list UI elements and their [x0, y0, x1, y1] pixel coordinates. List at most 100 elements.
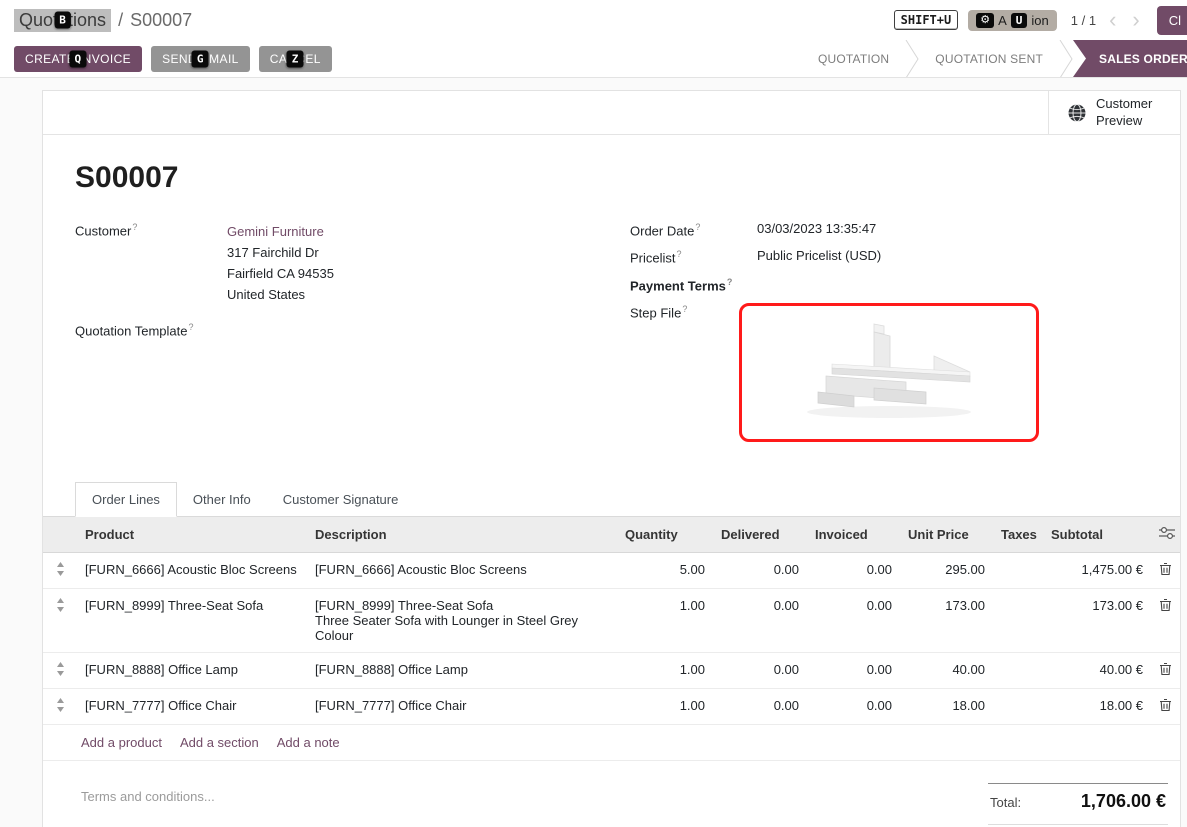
- delete-line-button[interactable]: [1151, 588, 1180, 652]
- customer-link[interactable]: Gemini Furniture: [227, 224, 324, 239]
- send-email-button[interactable]: SEND EMAIL G: [151, 46, 250, 72]
- tab-other-info[interactable]: Other Info: [177, 483, 267, 516]
- create-invoice-button[interactable]: CREATE INVOICE Q: [14, 46, 142, 72]
- statusbar-step-sales-order[interactable]: SALES ORDER: [1073, 40, 1187, 77]
- customer-field-row: Customer? Gemini Furniture 317 Fairchild…: [75, 221, 630, 305]
- cell-quantity[interactable]: 5.00: [617, 552, 713, 588]
- page-title: S00007: [75, 161, 1148, 195]
- cell-product[interactable]: [FURN_8888] Office Lamp: [77, 652, 307, 688]
- order-date-value[interactable]: 03/03/2023 13:35:47: [757, 221, 876, 238]
- step-file-image[interactable]: [739, 303, 1039, 442]
- column-header-description: Description: [307, 517, 617, 553]
- help-marker: ?: [189, 322, 194, 332]
- pricelist-value[interactable]: Public Pricelist (USD): [757, 248, 881, 265]
- cell-delivered[interactable]: 0.00: [713, 652, 807, 688]
- cell-taxes[interactable]: [993, 652, 1043, 688]
- help-marker: ?: [677, 249, 682, 259]
- cell-taxes[interactable]: [993, 552, 1043, 588]
- breadcrumb-quotations[interactable]: Quotations B: [14, 9, 111, 32]
- help-marker: ?: [727, 277, 733, 287]
- cell-subtotal: 40.00 €: [1043, 652, 1151, 688]
- statusbar-step-quotation-sent[interactable]: QUOTATION SENT: [919, 40, 1059, 77]
- tab-order-lines[interactable]: Order Lines: [75, 482, 177, 517]
- drag-handle[interactable]: [43, 688, 77, 724]
- notebook-tabs: Order Lines Other Info Customer Signatur…: [43, 482, 1180, 517]
- cell-taxes[interactable]: [993, 688, 1043, 724]
- column-header-subtotal: Subtotal: [1043, 517, 1151, 553]
- cell-product[interactable]: [FURN_7777] Office Chair: [77, 688, 307, 724]
- quotation-template-label: Quotation Template?: [75, 321, 227, 338]
- cell-delivered[interactable]: 0.00: [713, 688, 807, 724]
- cell-invoiced[interactable]: 0.00: [807, 552, 900, 588]
- delete-line-button[interactable]: [1151, 652, 1180, 688]
- cell-taxes[interactable]: [993, 588, 1043, 652]
- action-menu-button[interactable]: ⚙ A U ion: [968, 10, 1057, 31]
- delete-line-button[interactable]: [1151, 688, 1180, 724]
- cell-description[interactable]: [FURN_6666] Acoustic Bloc Screens: [307, 552, 617, 588]
- action-buttons: CREATE INVOICE Q SEND EMAIL G CANCEL Z: [14, 40, 332, 77]
- sheet-header: Customer Preview: [43, 91, 1180, 135]
- cell-delivered[interactable]: 0.00: [713, 588, 807, 652]
- cell-description[interactable]: [FURN_8999] Three-Seat Sofa Three Seater…: [307, 588, 617, 652]
- cell-description[interactable]: [FURN_7777] Office Chair: [307, 688, 617, 724]
- globe-icon: [1067, 103, 1087, 123]
- cell-unit-price[interactable]: 173.00: [900, 588, 993, 652]
- sheet-bottom: Terms and conditions... Total: 1,706.00 …: [43, 761, 1180, 827]
- control-panel: CREATE INVOICE Q SEND EMAIL G CANCEL Z Q…: [0, 40, 1187, 78]
- cell-invoiced[interactable]: 0.00: [807, 588, 900, 652]
- cell-product[interactable]: [FURN_8999] Three-Seat Sofa: [77, 588, 307, 652]
- pager-previous-icon[interactable]: ‹: [1106, 9, 1119, 31]
- order-line-row[interactable]: [FURN_8999] Three-Seat Sofa [FURN_8999] …: [43, 588, 1180, 652]
- terms-and-conditions-input[interactable]: Terms and conditions...: [81, 783, 215, 804]
- cell-unit-price[interactable]: 295.00: [900, 552, 993, 588]
- gear-icon: ⚙: [976, 13, 994, 28]
- cell-delivered[interactable]: 0.00: [713, 552, 807, 588]
- add-a-note-link[interactable]: Add a note: [277, 735, 340, 750]
- cancel-button[interactable]: CANCEL Z: [259, 46, 332, 72]
- order-line-row[interactable]: [FURN_7777] Office Chair [FURN_7777] Off…: [43, 688, 1180, 724]
- delete-line-button[interactable]: [1151, 552, 1180, 588]
- column-header-quantity: Quantity: [617, 517, 713, 553]
- cell-unit-price[interactable]: 18.00: [900, 688, 993, 724]
- close-button[interactable]: Cl: [1157, 6, 1187, 35]
- payment-terms-label: Payment Terms?: [630, 276, 757, 293]
- cell-subtotal: 1,475.00 €: [1043, 552, 1151, 588]
- cell-product[interactable]: [FURN_6666] Acoustic Bloc Screens: [77, 552, 307, 588]
- help-marker: ?: [132, 222, 137, 232]
- drag-handle-icon: [56, 562, 65, 576]
- statusbar-step-quotation[interactable]: QUOTATION: [802, 40, 905, 77]
- step-file-field-row: Step File?: [630, 303, 1148, 442]
- add-a-product-link[interactable]: Add a product: [81, 735, 162, 750]
- add-a-section-link[interactable]: Add a section: [180, 735, 259, 750]
- cell-unit-price[interactable]: 40.00: [900, 652, 993, 688]
- step-file-3d-render: [774, 312, 1004, 432]
- customer-label: Customer?: [75, 221, 227, 305]
- tab-customer-signature[interactable]: Customer Signature: [267, 483, 415, 516]
- breadcrumb-separator: /: [118, 10, 123, 31]
- cell-quantity[interactable]: 1.00: [617, 688, 713, 724]
- customer-preview-button[interactable]: Customer Preview: [1048, 91, 1180, 134]
- drag-handle[interactable]: [43, 588, 77, 652]
- order-line-row[interactable]: [FURN_6666] Acoustic Bloc Screens [FURN_…: [43, 552, 1180, 588]
- order-line-row[interactable]: [FURN_8888] Office Lamp [FURN_8888] Offi…: [43, 652, 1180, 688]
- drag-handle[interactable]: [43, 652, 77, 688]
- drag-handle-icon: [56, 662, 65, 676]
- handle-column-header: [43, 517, 77, 553]
- cell-quantity[interactable]: 1.00: [617, 588, 713, 652]
- cell-invoiced[interactable]: 0.00: [807, 652, 900, 688]
- action-menu-label-suffix: ion: [1031, 13, 1048, 28]
- cell-description[interactable]: [FURN_8888] Office Lamp: [307, 652, 617, 688]
- pager-next-icon[interactable]: ›: [1129, 9, 1142, 31]
- cell-quantity[interactable]: 1.00: [617, 652, 713, 688]
- cell-subtotal: 173.00 €: [1043, 588, 1151, 652]
- action-menu-label-prefix: A: [998, 13, 1007, 28]
- drag-handle[interactable]: [43, 552, 77, 588]
- totals-block: Total: 1,706.00 €: [988, 783, 1168, 825]
- drag-handle-icon: [56, 698, 65, 712]
- cell-invoiced[interactable]: 0.00: [807, 688, 900, 724]
- column-header-delivered: Delivered: [713, 517, 807, 553]
- top-bar: Quotations B / S00007 SHIFT+U ⚙ A U ion …: [0, 0, 1187, 40]
- content-area: Customer Preview S00007 Customer? Gemini…: [0, 78, 1187, 827]
- optional-columns-button[interactable]: [1151, 517, 1180, 553]
- breadcrumb-current: S00007: [130, 10, 192, 31]
